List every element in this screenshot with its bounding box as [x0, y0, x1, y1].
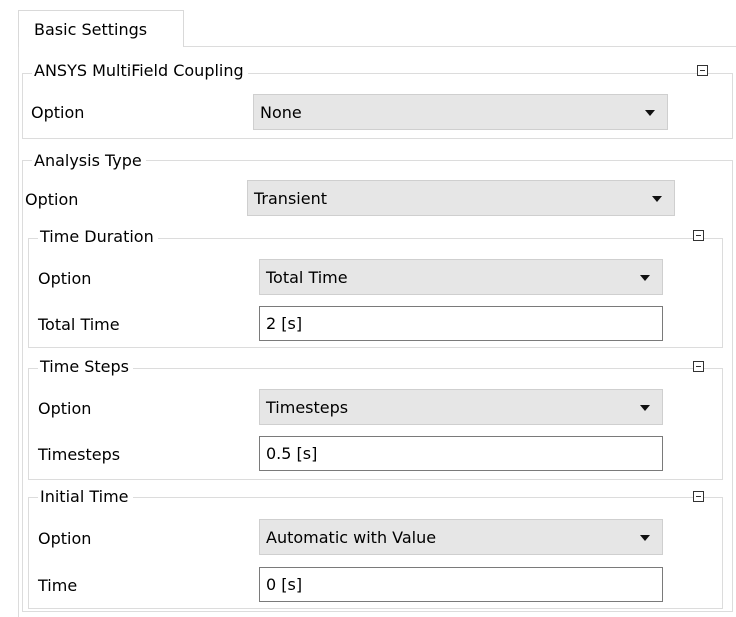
initial-time-field-label: Time: [38, 576, 78, 595]
analysis-option-value: Transient: [254, 188, 327, 208]
time-steps-option-dropdown[interactable]: Timesteps: [259, 389, 663, 425]
time-duration-option-dropdown[interactable]: Total Time: [259, 259, 663, 295]
coupling-option-label: Option: [31, 103, 85, 122]
time-steps-title: Time Steps: [38, 357, 134, 377]
time-steps-option-label: Option: [38, 399, 92, 418]
initial-time-title: Initial Time: [38, 487, 133, 507]
coupling-group-title: ANSYS MultiField Coupling: [32, 61, 248, 81]
total-time-input[interactable]: 2 [s]: [259, 306, 663, 341]
initial-time-collapse-icon[interactable]: [693, 491, 704, 502]
chevron-down-icon: [645, 110, 655, 116]
initial-time-option-dropdown[interactable]: Automatic with Value: [259, 519, 663, 555]
tab-basic-settings[interactable]: Basic Settings: [18, 10, 184, 47]
initial-time-option-label: Option: [38, 529, 92, 548]
total-time-label: Total Time: [38, 315, 120, 334]
chevron-down-icon: [652, 196, 662, 202]
chevron-down-icon: [640, 535, 650, 541]
timesteps-input[interactable]: 0.5 [s]: [259, 436, 663, 471]
time-steps-option-value: Timesteps: [266, 397, 349, 417]
time-duration-option-value: Total Time: [266, 267, 348, 287]
time-duration-option-label: Option: [38, 269, 92, 288]
time-duration-title: Time Duration: [38, 227, 158, 247]
analysis-type-title: Analysis Type: [32, 151, 146, 171]
coupling-option-dropdown[interactable]: None: [253, 94, 668, 130]
timesteps-label: Timesteps: [38, 445, 121, 464]
timesteps-value: 0.5 [s]: [266, 444, 318, 463]
analysis-option-label: Option: [25, 190, 79, 209]
initial-time-input[interactable]: 0 [s]: [259, 567, 663, 602]
time-steps-collapse-icon[interactable]: [693, 361, 704, 372]
coupling-option-value: None: [260, 102, 302, 122]
analysis-option-dropdown[interactable]: Transient: [247, 180, 675, 216]
chevron-down-icon: [640, 405, 650, 411]
initial-time-value: 0 [s]: [266, 575, 303, 594]
time-duration-collapse-icon[interactable]: [693, 230, 704, 241]
total-time-value: 2 [s]: [266, 314, 303, 333]
chevron-down-icon: [640, 275, 650, 281]
coupling-collapse-icon[interactable]: [697, 65, 708, 76]
initial-time-option-value: Automatic with Value: [266, 527, 437, 547]
tab-basic-settings-label: Basic Settings: [34, 19, 148, 39]
